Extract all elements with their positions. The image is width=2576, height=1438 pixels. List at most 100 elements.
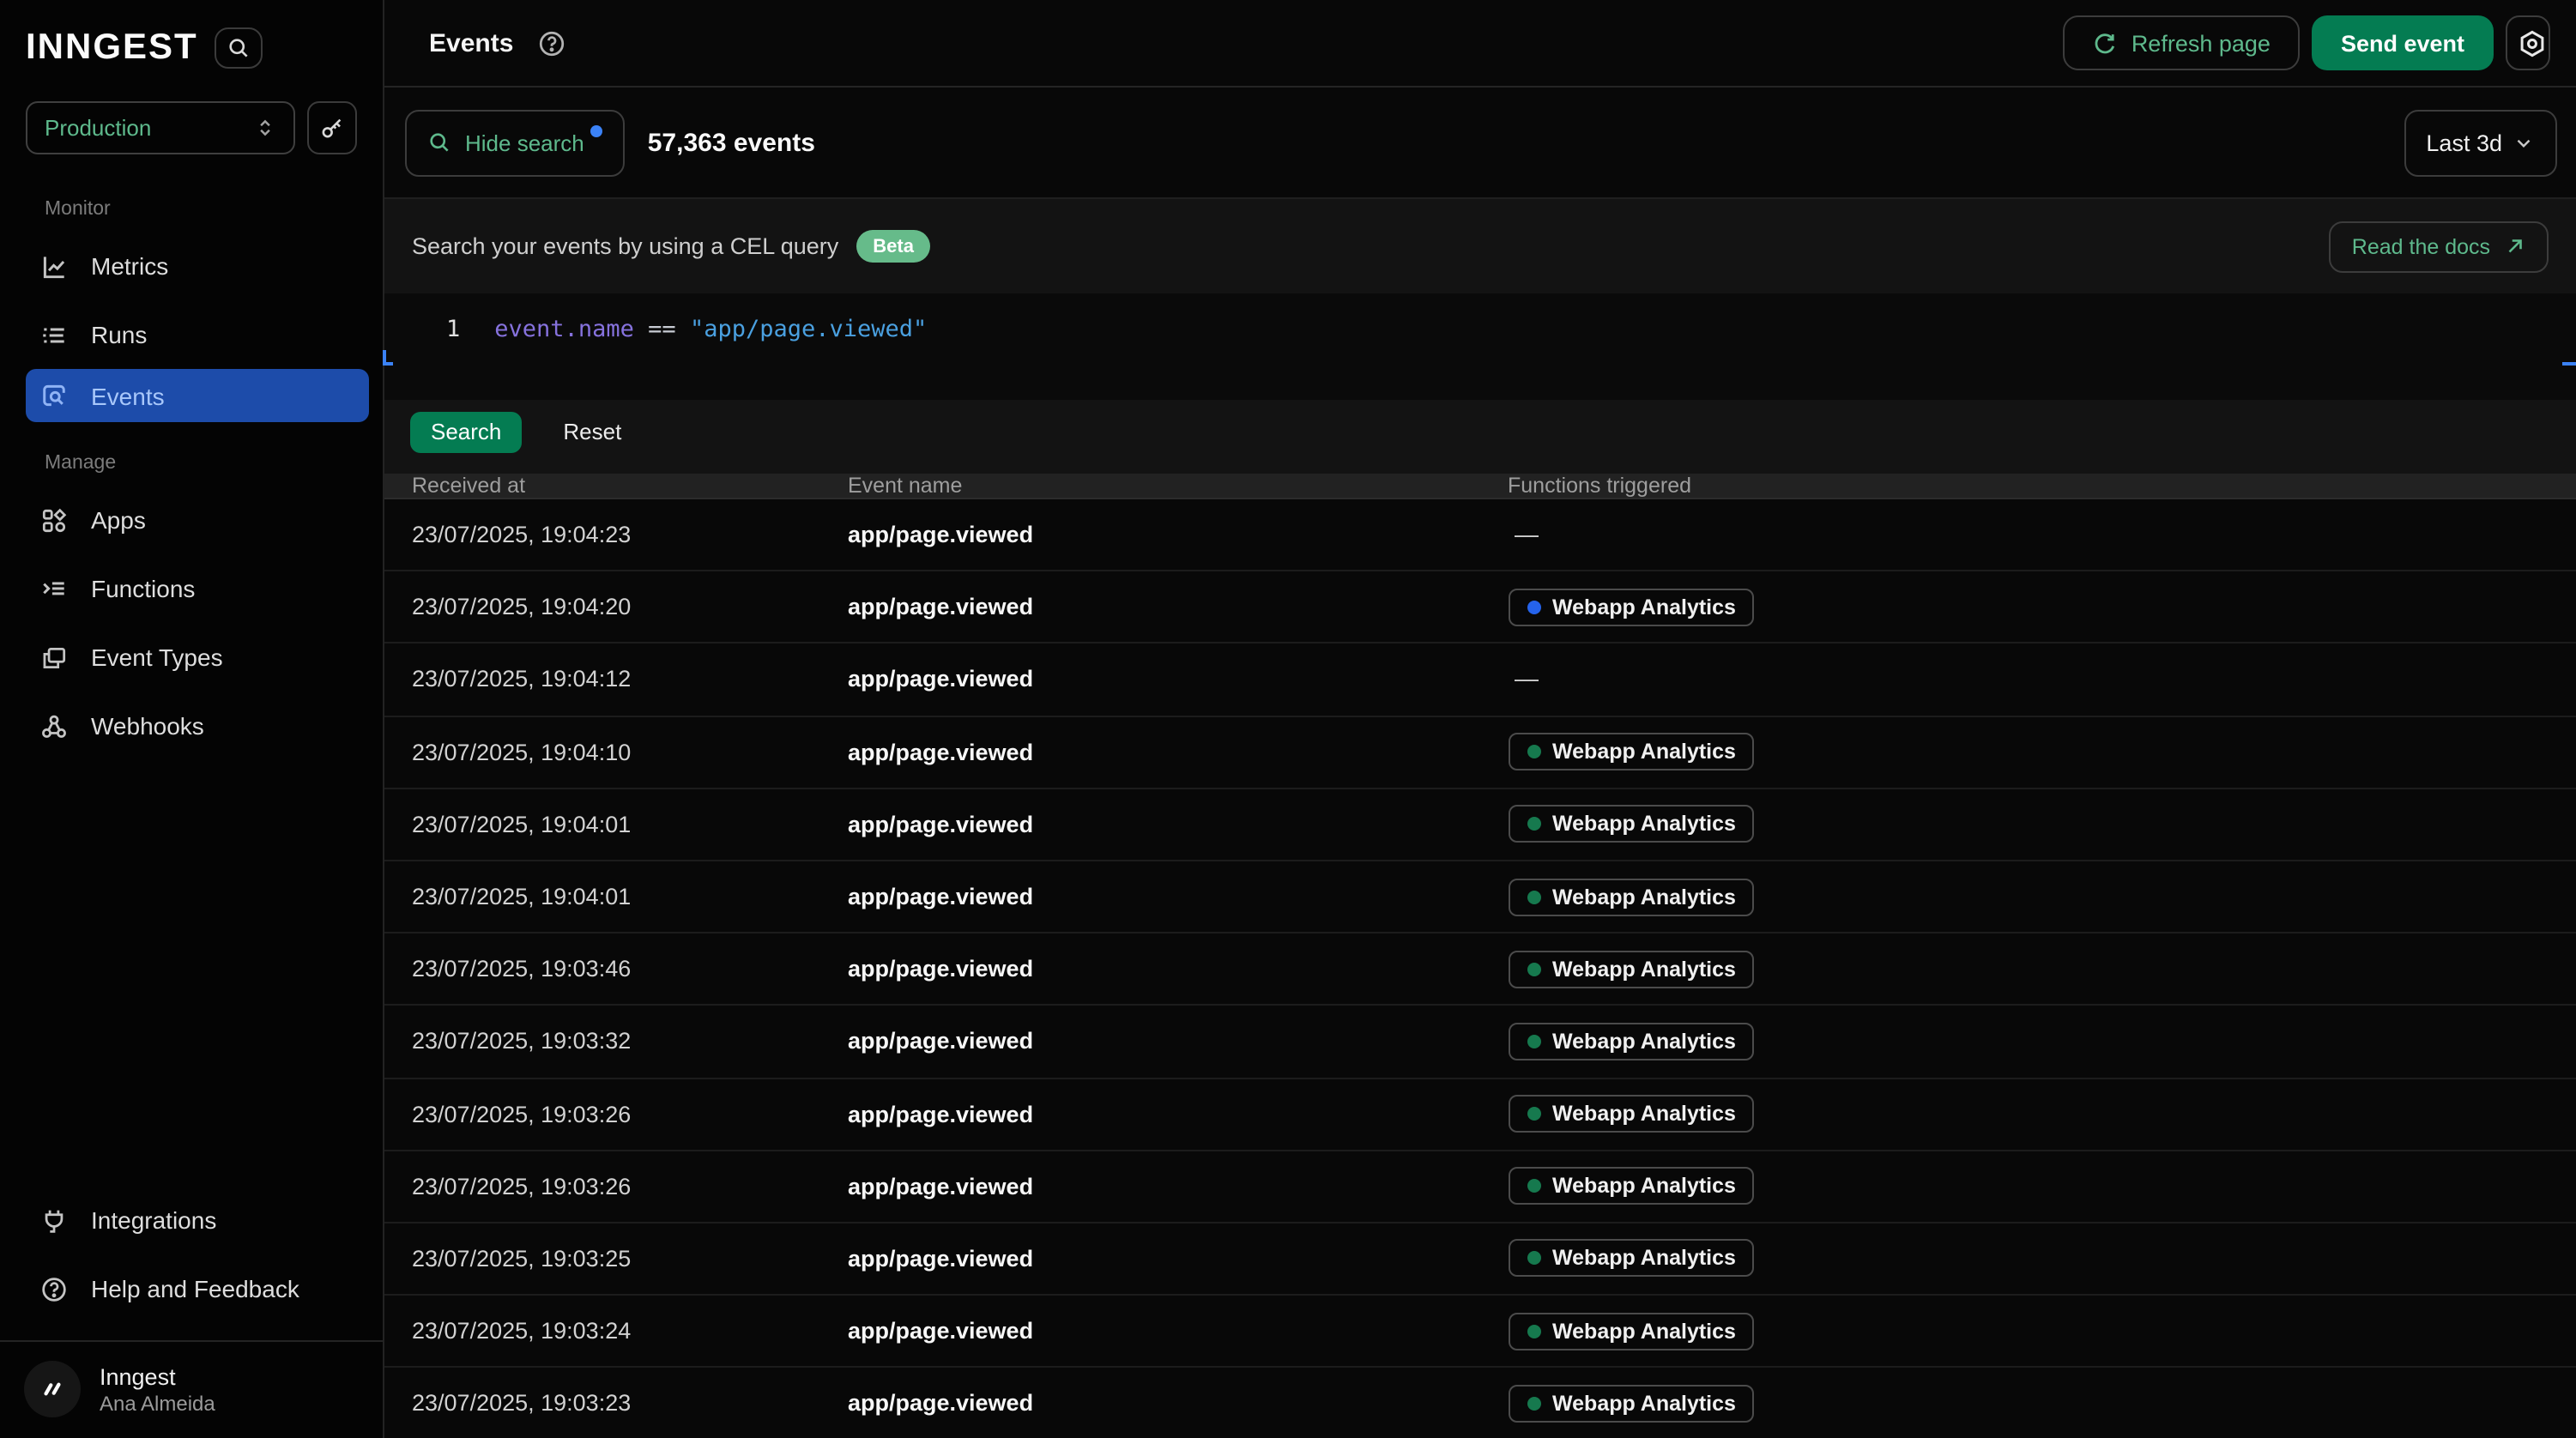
- sidebar-item-help-feedback[interactable]: Help and Feedback: [0, 1254, 383, 1323]
- code-operator: ==: [648, 316, 676, 343]
- hide-search-button[interactable]: Hide search: [405, 109, 626, 176]
- row-received-at: 23/07/2025, 19:04:20: [412, 595, 848, 620]
- apps-icon: [39, 505, 69, 535]
- row-received-at: 23/07/2025, 19:04:01: [412, 812, 848, 837]
- table-row[interactable]: 23/07/2025, 19:03:46app/page.viewedWebap…: [384, 933, 2576, 1006]
- row-event-name: app/page.viewed: [848, 956, 1508, 982]
- editor-line-number: 1: [446, 316, 460, 400]
- table-row[interactable]: 23/07/2025, 19:04:12app/page.viewed—: [384, 644, 2576, 716]
- function-badge-label: Webapp Analytics: [1552, 740, 1736, 764]
- function-badge[interactable]: Webapp Analytics: [1508, 1095, 1755, 1133]
- function-badge[interactable]: Webapp Analytics: [1508, 1312, 1755, 1350]
- environment-row: Production: [0, 69, 383, 154]
- inngest-logo[interactable]: INNGEST: [26, 26, 198, 69]
- events-table-header: Received at Event name Functions trigger…: [384, 474, 2576, 499]
- events-icon: [39, 381, 69, 410]
- function-badge[interactable]: Webapp Analytics: [1508, 806, 1755, 843]
- chevron-down-icon: [2513, 131, 2535, 154]
- sidebar-search-button[interactable]: [215, 27, 263, 68]
- function-badge-label: Webapp Analytics: [1552, 1102, 1736, 1126]
- function-badge[interactable]: Webapp Analytics: [1508, 1240, 1755, 1278]
- editor-selection-artifact: [2562, 362, 2576, 366]
- profile-menu[interactable]: Inngest Ana Almeida: [0, 1340, 383, 1438]
- sidebar-item-integrations[interactable]: Integrations: [0, 1186, 383, 1254]
- table-row[interactable]: 23/07/2025, 19:04:10app/page.viewed Webap…: [384, 716, 2576, 788]
- cel-search-panel: Search your events by using a CEL query …: [384, 199, 2576, 474]
- reset-button[interactable]: Reset: [563, 419, 621, 444]
- table-row[interactable]: 23/07/2025, 19:03:26app/page.viewedWebap…: [384, 1151, 2576, 1223]
- table-row[interactable]: 23/07/2025, 19:03:25app/page.viewedWebap…: [384, 1224, 2576, 1296]
- table-row[interactable]: 23/07/2025, 19:04:20app/page.viewed Webap…: [384, 571, 2576, 643]
- time-range-selector[interactable]: Last 3d: [2404, 109, 2557, 176]
- table-row[interactable]: 23/07/2025, 19:03:24app/page.viewedWebap…: [384, 1296, 2576, 1368]
- sidebar-item-events[interactable]: Events: [26, 369, 369, 422]
- nav-section-monitor: Monitor: [45, 199, 383, 220]
- time-range-value: Last 3d: [2426, 130, 2502, 155]
- function-status-dot: [1527, 1252, 1540, 1266]
- row-functions-cell: Webapp Analytics: [1508, 1168, 2576, 1205]
- function-status-dot: [1527, 1324, 1540, 1338]
- sidebar-item-label: Event Types: [91, 643, 223, 671]
- function-badge[interactable]: Webapp Analytics: [1508, 589, 1755, 626]
- send-event-button[interactable]: Send event: [2312, 15, 2494, 70]
- settings-button[interactable]: [2506, 15, 2550, 70]
- sidebar-item-label: Webhooks: [91, 712, 204, 740]
- refresh-page-button[interactable]: Refresh page: [2063, 15, 2300, 70]
- row-received-at: 23/07/2025, 19:03:26: [412, 1101, 848, 1127]
- row-event-name: app/page.viewed: [848, 1029, 1508, 1054]
- sidebar-item-label: Events: [91, 382, 165, 409]
- table-row[interactable]: 23/07/2025, 19:04:01app/page.viewed Webap…: [384, 861, 2576, 933]
- row-event-name: app/page.viewed: [848, 739, 1508, 764]
- function-badge-label: Webapp Analytics: [1552, 1030, 1736, 1054]
- profile-text: Inngest Ana Almeida: [100, 1362, 215, 1417]
- function-badge-label: Webapp Analytics: [1552, 595, 1736, 619]
- sidebar-item-functions[interactable]: Functions: [0, 554, 383, 623]
- cel-actions-row: Search Reset: [384, 400, 2576, 474]
- environment-selector[interactable]: Production: [26, 101, 295, 154]
- help-circle-icon: [39, 1274, 69, 1303]
- table-row[interactable]: 23/07/2025, 19:04:23app/page.viewed—: [384, 499, 2576, 571]
- row-event-name: app/page.viewed: [848, 1318, 1508, 1344]
- sidebar-item-runs[interactable]: Runs: [0, 300, 383, 369]
- page-title: Events: [429, 28, 513, 57]
- event-keys-button[interactable]: [307, 101, 357, 154]
- table-row[interactable]: 23/07/2025, 19:03:32app/page.viewedWebap…: [384, 1006, 2576, 1078]
- function-badge[interactable]: Webapp Analytics: [1508, 1168, 1755, 1205]
- inngest-dashboard: INNGEST Production Monitor: [0, 0, 2576, 1438]
- row-functions-cell: —: [1508, 519, 2576, 550]
- function-badge[interactable]: Webapp Analytics: [1508, 1385, 1755, 1423]
- function-badge-label: Webapp Analytics: [1552, 1319, 1736, 1343]
- row-functions-cell: Webapp Analytics: [1508, 1240, 2576, 1278]
- row-event-name: app/page.viewed: [848, 884, 1508, 909]
- page-help-icon[interactable]: [537, 28, 566, 57]
- table-row[interactable]: 23/07/2025, 19:04:01app/page.viewedWebap…: [384, 789, 2576, 861]
- function-badge[interactable]: Webapp Analytics: [1508, 950, 1755, 988]
- function-badge[interactable]: Webapp Analytics: [1508, 1023, 1755, 1060]
- sidebar-item-apps[interactable]: Apps: [0, 486, 383, 554]
- row-event-name: app/page.viewed: [848, 595, 1508, 620]
- cel-query-editor[interactable]: 1 event.name == "app/page.viewed": [384, 293, 2576, 400]
- table-row[interactable]: 23/07/2025, 19:03:26app/page.viewedWebap…: [384, 1078, 2576, 1151]
- cel-panel-title: Search your events by using a CEL query: [412, 233, 838, 259]
- function-badge-label: Webapp Analytics: [1552, 885, 1736, 909]
- row-received-at: 23/07/2025, 19:04:10: [412, 739, 848, 764]
- row-event-name: app/page.viewed: [848, 812, 1508, 837]
- function-badge[interactable]: Webapp Analytics: [1508, 878, 1755, 915]
- sidebar-item-label: Runs: [91, 321, 147, 348]
- function-status-dot: [1527, 1107, 1540, 1121]
- row-received-at: 23/07/2025, 19:03:23: [412, 1391, 848, 1417]
- row-received-at: 23/07/2025, 19:04:01: [412, 884, 848, 909]
- chevron-updown-icon: [254, 117, 276, 139]
- logo-row: INNGEST: [0, 0, 383, 69]
- function-badge[interactable]: Webapp Analytics: [1508, 733, 1755, 770]
- table-row[interactable]: 23/07/2025, 19:03:23app/page.viewedWebap…: [384, 1369, 2576, 1438]
- search-button[interactable]: Search: [410, 411, 522, 452]
- sidebar-item-webhooks[interactable]: Webhooks: [0, 692, 383, 760]
- sidebar-item-label: Integrations: [91, 1206, 216, 1234]
- row-functions-cell: —: [1508, 664, 2576, 695]
- sidebar-item-metrics[interactable]: Metrics: [0, 232, 383, 300]
- sidebar-item-label: Apps: [91, 506, 146, 534]
- read-the-docs-button[interactable]: Read the docs: [2330, 221, 2549, 272]
- event-types-icon: [39, 643, 69, 672]
- sidebar-item-event-types[interactable]: Event Types: [0, 623, 383, 692]
